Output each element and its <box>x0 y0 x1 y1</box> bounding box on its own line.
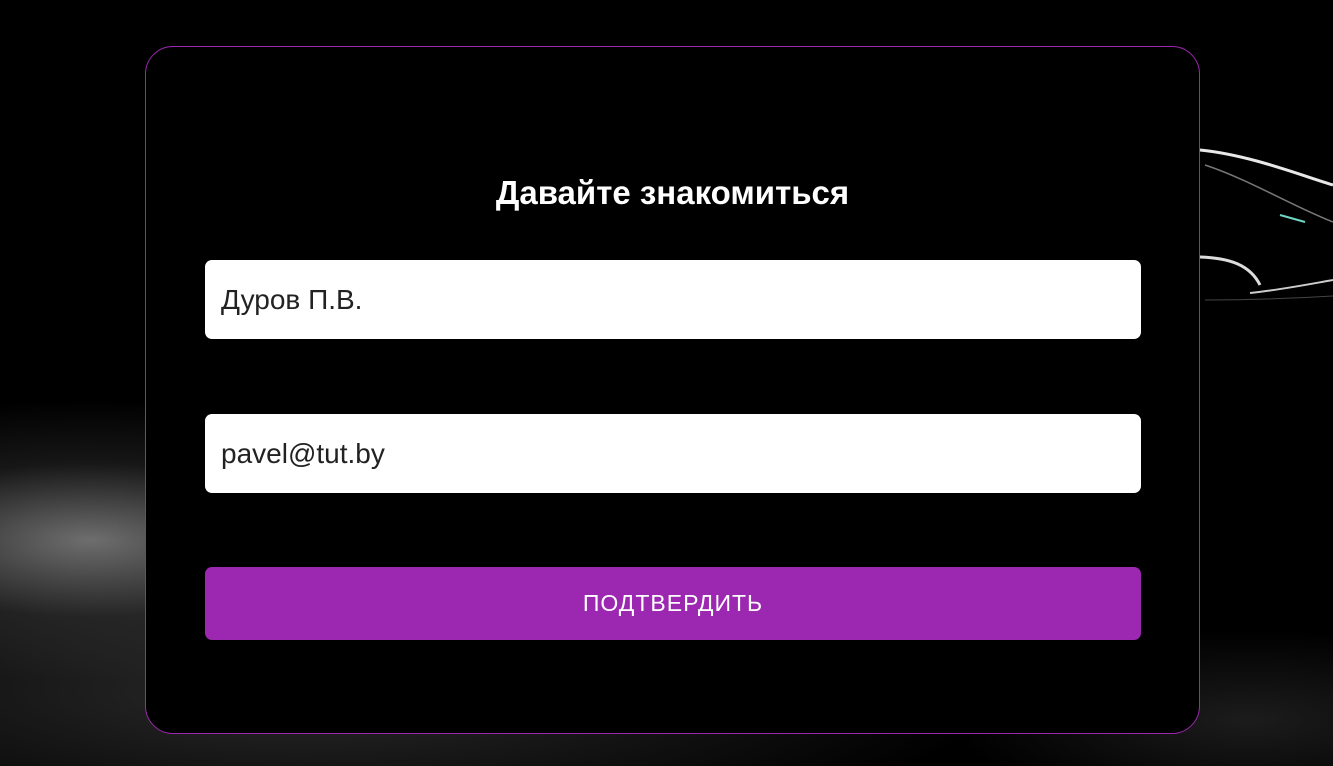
form-title: Давайте знакомиться <box>495 174 850 211</box>
submit-button[interactable]: ПОДТВЕРДИТЬ <box>205 567 1141 640</box>
email-input[interactable] <box>205 414 1141 493</box>
name-input[interactable] <box>205 260 1141 339</box>
signup-card: Давайте знакомиться ПОДТВЕРДИТЬ <box>145 46 1200 734</box>
